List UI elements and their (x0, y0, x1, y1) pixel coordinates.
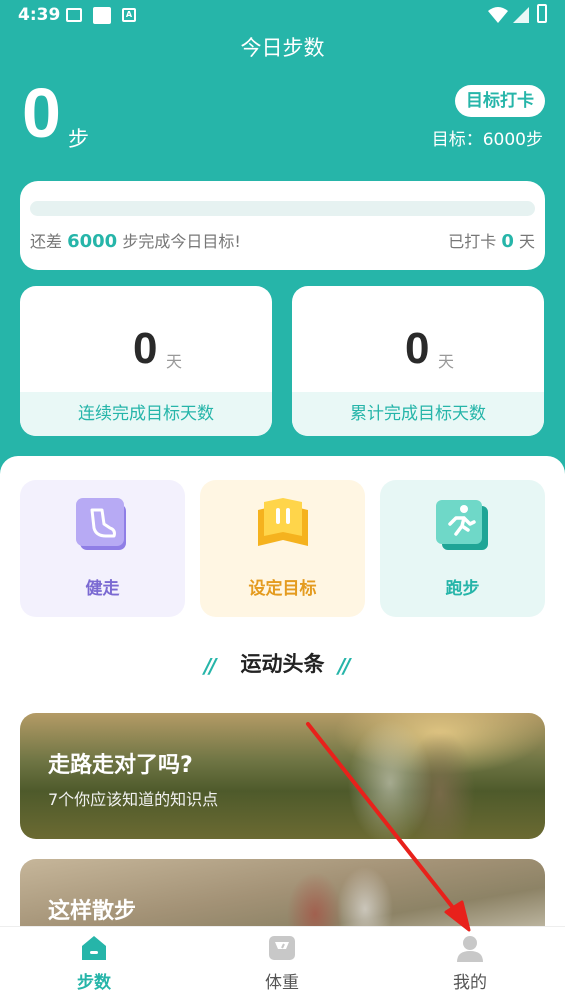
article-title: 走路走对了吗? (48, 753, 193, 778)
wifi-icon (488, 7, 508, 23)
feature-label: 健走 (85, 579, 120, 599)
target-book-icon (258, 498, 308, 546)
steps-count: 0 (22, 74, 61, 152)
stat-value: 0 (133, 324, 158, 373)
nav-tab-mine[interactable]: 我的 (376, 927, 564, 1004)
scale-icon (269, 936, 295, 960)
feature-walk-button[interactable]: 健走 (20, 480, 185, 617)
page-title: 今日步数 (240, 36, 325, 60)
remaining-steps-value: 6000 (67, 231, 118, 252)
article-title: 这样散步 (48, 899, 137, 924)
home-icon (82, 936, 106, 960)
heading-decoration-right: // (338, 654, 351, 678)
remaining-prefix: 还差 (30, 232, 63, 251)
total-days-card[interactable]: 0 天 累计完成目标天数 (292, 286, 544, 436)
checkin-prefix: 已打卡 (448, 232, 497, 251)
stat-label: 累计完成目标天数 (292, 392, 544, 436)
shoe-icon (76, 498, 126, 550)
signal-icon (513, 7, 529, 23)
streak-days-card[interactable]: 0 天 连续完成目标天数 (20, 286, 272, 436)
article-subtitle: 7个你应该知道的知识点 (48, 790, 219, 809)
remaining-steps-text: 还差 6000 步完成今日目标! (30, 228, 241, 252)
battery-icon (537, 4, 547, 23)
news-article-card[interactable]: 走路走对了吗? 7个你应该知道的知识点 (20, 713, 545, 839)
nav-label: 我的 (453, 973, 487, 993)
stat-unit: 天 (166, 352, 183, 371)
stat-value: 0 (405, 324, 430, 373)
status-time: 4:39 (18, 5, 61, 25)
goal-checkin-button[interactable]: 目标打卡 (455, 85, 545, 117)
progress-card: 还差 6000 步完成今日目标! 已打卡 0 天 (20, 181, 545, 270)
stat-label: 连续完成目标天数 (20, 392, 272, 436)
font-notification-icon: A (122, 8, 136, 22)
remaining-suffix: 步完成今日目标! (122, 232, 241, 251)
nav-tab-weight[interactable]: 体重 (188, 927, 376, 1004)
status-bar: 4:39 A (0, 0, 565, 32)
bottom-navigation: 步数 体重 我的 (0, 926, 565, 1004)
runner-icon (436, 500, 488, 550)
stat-unit: 天 (438, 352, 455, 371)
checkin-suffix: 天 (518, 232, 535, 251)
goal-label: 目标：6000步 (431, 130, 543, 150)
feature-label: 设定目标 (248, 579, 317, 599)
app-notification-icon (93, 7, 111, 24)
nav-label: 步数 (77, 973, 111, 993)
nav-tab-steps[interactable]: 步数 (0, 927, 188, 1004)
checkin-days-text: 已打卡 0 天 (448, 228, 535, 252)
steps-unit: 步 (68, 127, 89, 151)
news-heading: 运动头条 (240, 652, 325, 676)
checkin-days-value: 0 (501, 231, 514, 252)
feature-run-button[interactable]: 跑步 (380, 480, 545, 617)
feature-set-goal-button[interactable]: 设定目标 (200, 480, 365, 617)
progress-bar (30, 201, 535, 216)
image-notification-icon (66, 8, 82, 22)
nav-label: 体重 (265, 973, 299, 993)
feature-label: 跑步 (445, 579, 480, 599)
person-icon (457, 936, 483, 962)
